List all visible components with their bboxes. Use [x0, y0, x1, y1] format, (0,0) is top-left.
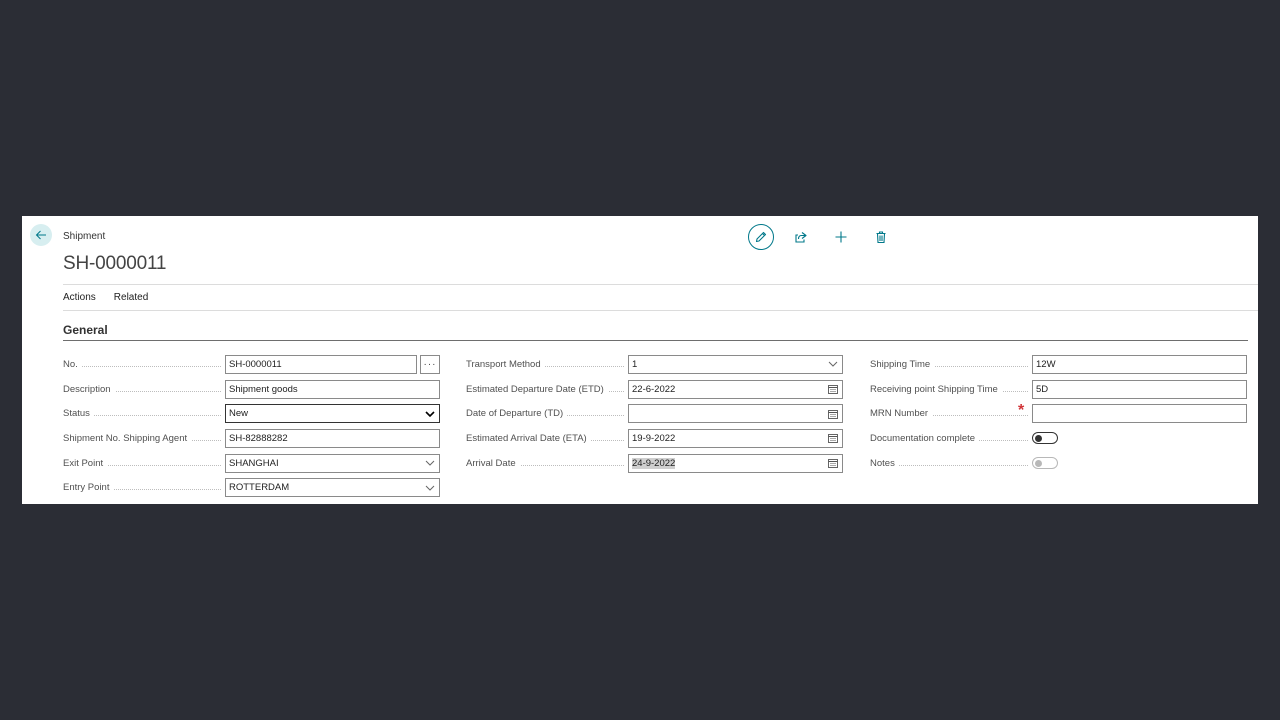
mrn-number-field[interactable] [1032, 404, 1247, 424]
notes-toggle[interactable] [1032, 457, 1058, 470]
delete-button[interactable] [868, 224, 894, 250]
plus-icon [835, 231, 847, 243]
field-column-3: Shipping Time 12W Receiving point Shippi… [870, 352, 1247, 475]
entry-point-select[interactable]: ROTTERDAM [225, 478, 440, 498]
chevron-down-icon [425, 485, 435, 491]
section-rule [63, 340, 1248, 341]
menu-related[interactable]: Related [114, 292, 148, 303]
exit-point-select[interactable]: SHANGHAI [225, 453, 440, 473]
field-row-eta: Estimated Arrival Date (ETA) 19-9-2022 [466, 426, 843, 451]
field-label: Shipment No. Shipping Agent [63, 429, 225, 448]
description-field[interactable]: Shipment goods [225, 379, 440, 399]
header-divider [63, 284, 1258, 285]
field-column-1: No. SH-0000011 ··· Description Shipment … [63, 352, 440, 500]
field-label: Date of Departure (TD) [466, 404, 628, 423]
shipment-card: Shipment SH-0000011 Actions Related Gene… [22, 216, 1258, 504]
field-row-entry-point: Entry Point ROTTERDAM [63, 475, 440, 500]
field-label: Receiving point Shipping Time [870, 380, 1032, 399]
field-row-receiving-shipping-time: Receiving point Shipping Time 5D [870, 377, 1247, 402]
calendar-button[interactable] [824, 409, 842, 419]
field-row-arrival-date: Arrival Date 24-9-2022 [466, 451, 843, 476]
documentation-complete-toggle[interactable] [1032, 432, 1058, 445]
menu-actions[interactable]: Actions [63, 292, 96, 303]
shipment-no-agent-field[interactable]: SH-82888282 [225, 428, 440, 448]
page-title: SH-0000011 [63, 253, 167, 274]
page-caption: Shipment [63, 231, 106, 242]
field-label: No. [63, 355, 225, 374]
field-row-description: Description Shipment goods [63, 377, 440, 402]
td-date-field[interactable] [628, 404, 843, 424]
field-row-notes: Notes [870, 451, 1247, 476]
share-button[interactable] [788, 224, 814, 250]
calendar-icon [828, 434, 838, 444]
field-row-shipment-no-agent: Shipment No. Shipping Agent SH-82888282 [63, 426, 440, 451]
field-label: Description [63, 380, 225, 399]
field-row-transport-method: Transport Method 1 [466, 352, 843, 377]
field-label: Notes [870, 454, 1032, 473]
calendar-button[interactable] [824, 458, 842, 469]
eta-date-field[interactable]: 19-9-2022 [628, 428, 843, 448]
pencil-icon [755, 231, 767, 243]
field-column-2: Transport Method 1 Estimated Departure D… [466, 352, 843, 475]
field-label: Documentation complete [870, 429, 1032, 448]
field-row-td: Date of Departure (TD) [466, 401, 843, 426]
toolbar [748, 224, 908, 250]
arrival-date-field[interactable]: 24-9-2022 [628, 453, 843, 473]
selected-text: 24-9-2022 [632, 457, 676, 469]
field-label: Status [63, 404, 225, 423]
field-label: Estimated Arrival Date (ETA) [466, 429, 628, 448]
required-indicator: * [1018, 402, 1025, 420]
no-field[interactable]: SH-0000011 [225, 354, 417, 374]
field-label: MRN Number [870, 404, 1032, 423]
menu-divider [63, 310, 1258, 311]
field-label: Arrival Date [466, 454, 628, 473]
field-label: Exit Point [63, 454, 225, 473]
field-row-documentation-complete: Documentation complete [870, 426, 1247, 451]
field-label: Shipping Time [870, 355, 1032, 374]
field-row-shipping-time: Shipping Time 12W [870, 352, 1247, 377]
share-icon [795, 232, 807, 243]
transport-method-select[interactable]: 1 [628, 354, 843, 374]
calendar-icon [828, 385, 838, 394]
calendar-button[interactable] [824, 384, 842, 394]
field-row-status: Status New [63, 401, 440, 426]
lookup-button[interactable]: ··· [420, 354, 440, 374]
new-button[interactable] [828, 224, 854, 250]
edit-button[interactable] [748, 224, 774, 250]
chevron-down-icon [425, 460, 435, 466]
chevron-down-icon [425, 411, 435, 417]
field-row-etd: Estimated Departure Date (ETD) 22-6-2022 [466, 377, 843, 402]
field-row-no: No. SH-0000011 ··· [63, 352, 440, 377]
arrow-left-icon [35, 230, 46, 240]
etd-date-field[interactable]: 22-6-2022 [628, 379, 843, 399]
field-label: Transport Method [466, 355, 628, 374]
field-label: Entry Point [63, 478, 225, 497]
calendar-button[interactable] [824, 433, 842, 444]
field-label: Estimated Departure Date (ETD) [466, 380, 628, 399]
field-row-mrn-number: MRN Number * [870, 401, 1247, 426]
trash-icon [876, 231, 886, 244]
calendar-icon [828, 459, 838, 469]
status-select[interactable]: New [225, 404, 440, 424]
calendar-icon [828, 409, 838, 419]
field-row-exit-point: Exit Point SHANGHAI [63, 451, 440, 476]
chevron-down-icon [828, 361, 838, 368]
shipping-time-field[interactable]: 12W [1032, 354, 1247, 374]
section-title-general[interactable]: General [63, 323, 108, 337]
receiving-shipping-time-field[interactable]: 5D [1032, 379, 1247, 399]
back-button[interactable] [30, 224, 52, 246]
action-menu: Actions Related [63, 292, 166, 303]
